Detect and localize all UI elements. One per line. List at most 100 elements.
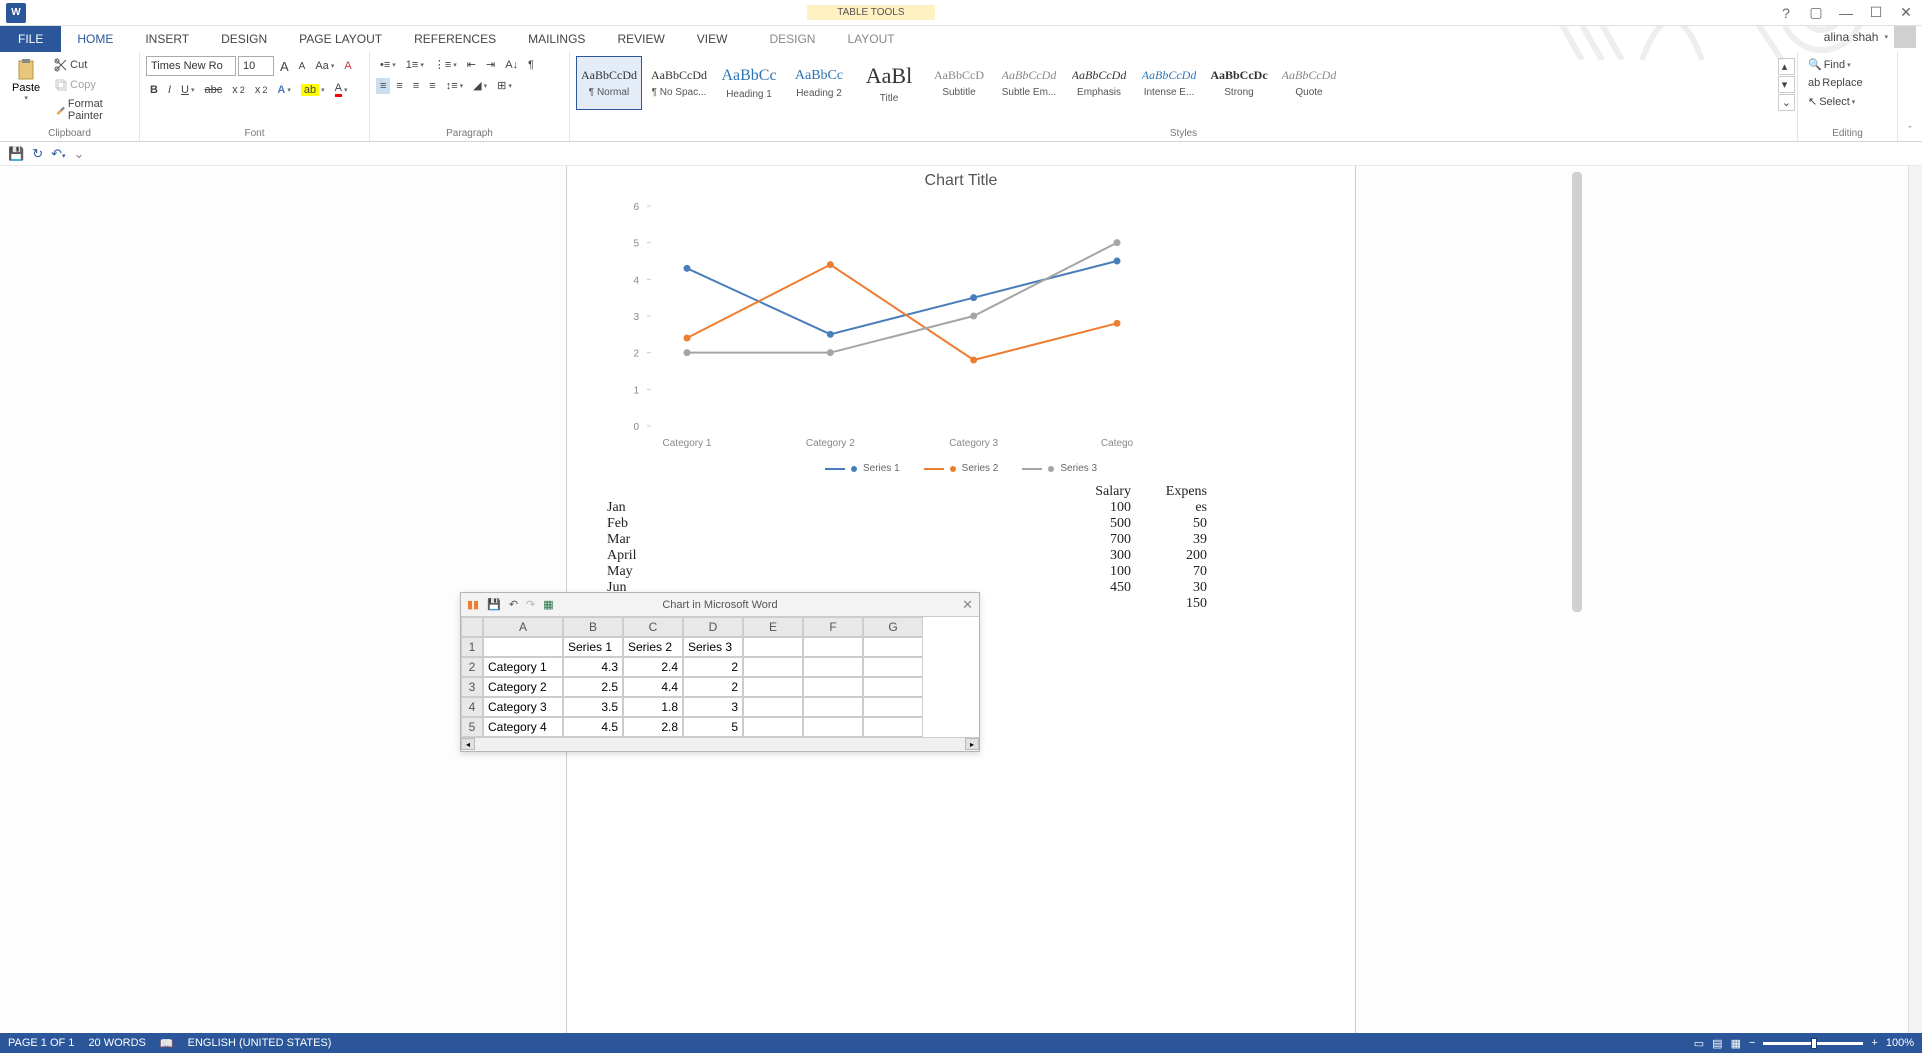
show-marks-button[interactable]: ¶: [524, 57, 538, 73]
table-row[interactable]: Mar: [607, 532, 637, 548]
mini-scroll-left[interactable]: ◂: [461, 738, 475, 750]
col-header[interactable]: G: [863, 617, 923, 637]
bullets-button[interactable]: •≡▾: [376, 57, 400, 73]
cut-button[interactable]: Cut: [50, 56, 133, 74]
vertical-scrollbar-thumb[interactable]: [1572, 172, 1582, 612]
align-center-button[interactable]: ≡: [392, 78, 406, 94]
line-spacing-button[interactable]: ↕≡▾: [442, 78, 467, 94]
col-header[interactable]: B: [563, 617, 623, 637]
table-row[interactable]: May: [607, 564, 637, 580]
mini-scroll-right[interactable]: ▸: [965, 738, 979, 750]
file-tab[interactable]: FILE: [0, 26, 61, 52]
cell[interactable]: Series 1: [563, 637, 623, 657]
subscript-button[interactable]: x2: [228, 82, 249, 98]
grow-font-button[interactable]: A: [276, 57, 293, 76]
cell[interactable]: [803, 657, 863, 677]
cell[interactable]: [743, 657, 803, 677]
cell[interactable]: [863, 697, 923, 717]
cell[interactable]: 5: [683, 717, 743, 737]
superscript-button[interactable]: x2: [251, 82, 272, 98]
table-row[interactable]: April: [607, 548, 637, 564]
user-avatar[interactable]: [1894, 26, 1916, 48]
maximize-button[interactable]: ☐: [1866, 3, 1886, 23]
col-header[interactable]: D: [683, 617, 743, 637]
mini-undo[interactable]: ↶: [509, 598, 518, 611]
zoom-slider[interactable]: [1763, 1042, 1863, 1045]
window-scrollbar[interactable]: [1908, 166, 1922, 1033]
style---normal[interactable]: AaBbCcDd¶ Normal: [576, 56, 642, 110]
paste-button[interactable]: Paste ▾: [6, 56, 46, 104]
multilevel-button[interactable]: ⋮≡▾: [430, 56, 461, 73]
cell[interactable]: Category 1: [483, 657, 563, 677]
tab-references[interactable]: REFERENCES: [398, 26, 512, 52]
zoom-thumb[interactable]: [1811, 1038, 1817, 1049]
collapse-ribbon[interactable]: ˇ: [1908, 125, 1912, 137]
read-mode-button[interactable]: ▭: [1694, 1037, 1704, 1050]
mini-excel-icon[interactable]: ▦: [543, 598, 553, 611]
qat-undo[interactable]: ↶▾: [51, 146, 65, 162]
text-effects-button[interactable]: A▾: [273, 82, 294, 98]
font-color-button[interactable]: A▾: [331, 80, 352, 99]
cell[interactable]: [863, 717, 923, 737]
cell[interactable]: [863, 657, 923, 677]
italic-button[interactable]: I: [164, 82, 175, 98]
strikethrough-button[interactable]: abc: [200, 82, 226, 98]
tab-contextual-layout[interactable]: LAYOUT: [831, 26, 910, 52]
table-row[interactable]: Jan: [607, 500, 637, 516]
borders-button[interactable]: ⊞▾: [493, 77, 516, 94]
cell[interactable]: [483, 637, 563, 657]
style-strong[interactable]: AaBbCcDcStrong: [1206, 56, 1272, 110]
cell[interactable]: 4.3: [563, 657, 623, 677]
align-right-button[interactable]: ≡: [409, 78, 423, 94]
cell[interactable]: 2.4: [623, 657, 683, 677]
decrease-indent-button[interactable]: ⇤: [463, 56, 480, 73]
zoom-level[interactable]: 100%: [1886, 1037, 1914, 1049]
cell[interactable]: [803, 697, 863, 717]
chart[interactable]: Chart Title 0123456Category 1Category 2C…: [607, 172, 1315, 474]
numbering-button[interactable]: 1≡▾: [402, 57, 428, 73]
style-subtitle[interactable]: AaBbCcDSubtitle: [926, 56, 992, 110]
style-intense-e---[interactable]: AaBbCcDdIntense E...: [1136, 56, 1202, 110]
table-row[interactable]: Feb: [607, 516, 637, 532]
styles-more[interactable]: ⌄: [1778, 94, 1795, 111]
tab-page-layout[interactable]: PAGE LAYOUT: [283, 26, 398, 52]
shrink-font-button[interactable]: A: [295, 59, 310, 74]
clear-formatting-button[interactable]: A: [340, 58, 355, 74]
language-indicator[interactable]: ENGLISH (UNITED STATES): [188, 1037, 332, 1049]
cell[interactable]: 2.5: [563, 677, 623, 697]
increase-indent-button[interactable]: ⇥: [482, 56, 499, 73]
print-layout-button[interactable]: ▤: [1712, 1037, 1722, 1050]
cell[interactable]: 2.8: [623, 717, 683, 737]
cell[interactable]: Series 3: [683, 637, 743, 657]
font-size-input[interactable]: [238, 56, 274, 76]
sort-button[interactable]: A↓: [501, 57, 522, 73]
mini-close-button[interactable]: ✕: [962, 597, 973, 613]
justify-button[interactable]: ≡: [425, 78, 439, 94]
cell[interactable]: [863, 677, 923, 697]
cell[interactable]: [863, 637, 923, 657]
row-header[interactable]: 1: [461, 637, 483, 657]
style-subtle-em---[interactable]: AaBbCcDdSubtle Em...: [996, 56, 1062, 110]
highlight-button[interactable]: ab▾: [297, 82, 329, 98]
select-button[interactable]: ↖Select▾: [1804, 93, 1859, 110]
zoom-in-button[interactable]: +: [1871, 1037, 1877, 1049]
proofing-icon[interactable]: 📖: [160, 1037, 174, 1050]
col-header[interactable]: A: [483, 617, 563, 637]
tab-contextual-design[interactable]: DESIGN: [753, 26, 831, 52]
close-button[interactable]: ✕: [1896, 3, 1916, 23]
cell[interactable]: [743, 697, 803, 717]
styles-row-up[interactable]: ▴: [1778, 58, 1795, 75]
tab-view[interactable]: VIEW: [681, 26, 744, 52]
cell[interactable]: 4.4: [623, 677, 683, 697]
tab-mailings[interactable]: MAILINGS: [512, 26, 601, 52]
tab-insert[interactable]: INSERT: [129, 26, 205, 52]
style-emphasis[interactable]: AaBbCcDdEmphasis: [1066, 56, 1132, 110]
replace-button[interactable]: abReplace: [1804, 75, 1867, 91]
bold-button[interactable]: B: [146, 82, 162, 98]
cell[interactable]: 3.5: [563, 697, 623, 717]
format-painter-button[interactable]: Format Painter: [50, 96, 133, 124]
qat-save[interactable]: 💾: [8, 146, 24, 162]
align-left-button[interactable]: ≡: [376, 78, 390, 94]
word-count[interactable]: 20 WORDS: [88, 1037, 145, 1049]
page-indicator[interactable]: PAGE 1 OF 1: [8, 1037, 74, 1049]
